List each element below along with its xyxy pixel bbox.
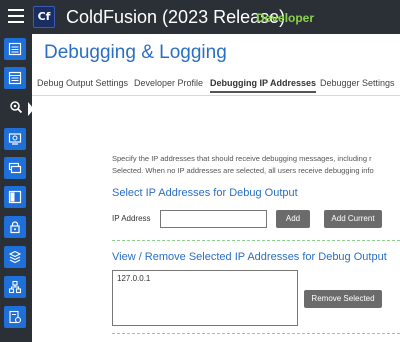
sidebar-item-package-deploy[interactable] <box>4 306 26 328</box>
server-monitoring-icon <box>8 133 22 145</box>
sidebar-item-data-services[interactable] <box>4 67 26 89</box>
edition-badge: Developer <box>256 11 315 25</box>
sidebar-item-cluster[interactable] <box>4 276 26 298</box>
remove-selected-button[interactable]: Remove Selected <box>304 290 382 308</box>
sidebar-item-extensions[interactable] <box>4 186 26 208</box>
cluster-icon <box>8 280 22 294</box>
selected-ip-list[interactable]: 127.0.0.1 <box>112 270 298 326</box>
package-deploy-icon <box>9 310 22 324</box>
tab-developer-profile[interactable]: Developer Profile <box>134 78 203 88</box>
tab-bar: Debug Output Settings Developer Profile … <box>32 76 400 96</box>
debugging-search-icon <box>10 101 23 114</box>
sidebar-item-event-gateways[interactable] <box>4 157 26 179</box>
select-ip-section-title: Select IP Addresses for Debug Output <box>112 187 298 199</box>
event-gateways-icon <box>8 162 22 174</box>
section-divider <box>112 333 400 334</box>
tab-debug-output-settings[interactable]: Debug Output Settings <box>37 78 128 88</box>
server-settings-icon <box>8 42 22 56</box>
add-current-button[interactable]: Add Current <box>324 210 382 228</box>
sidebar-item-server-monitoring[interactable] <box>4 128 26 150</box>
extensions-icon <box>8 190 22 204</box>
page-title: Debugging & Logging <box>44 42 227 63</box>
packages-icon <box>8 250 22 264</box>
description-line-1: Specify the IP addresses that should rec… <box>112 154 372 163</box>
sidebar <box>0 34 34 342</box>
sidebar-item-packages[interactable] <box>4 246 26 268</box>
description-line-2: Selected. When no IP addresses are selec… <box>112 166 374 175</box>
sidebar-item-security[interactable] <box>4 216 26 238</box>
sidebar-item-server-settings[interactable] <box>4 38 26 60</box>
view-remove-section-title: View / Remove Selected IP Addresses for … <box>112 251 387 263</box>
ip-address-input[interactable] <box>160 210 267 228</box>
section-divider <box>112 240 400 241</box>
add-button[interactable]: Add <box>276 210 310 228</box>
hamburger-menu-icon[interactable] <box>8 9 24 23</box>
ip-address-label: IP Address <box>112 214 151 223</box>
security-lock-icon <box>10 221 20 234</box>
active-indicator <box>28 102 34 116</box>
tab-debugging-ip-addresses[interactable]: Debugging IP Addresses <box>210 78 317 93</box>
tab-debugger-settings[interactable]: Debugger Settings <box>320 78 395 88</box>
app-title: ColdFusion (2023 Release) <box>66 7 286 27</box>
app-header: Cf ColdFusion (2023 Release) Developer <box>0 0 400 34</box>
list-item[interactable]: 127.0.0.1 <box>117 273 293 284</box>
coldfusion-logo: Cf <box>33 6 55 28</box>
data-services-icon <box>8 71 22 85</box>
